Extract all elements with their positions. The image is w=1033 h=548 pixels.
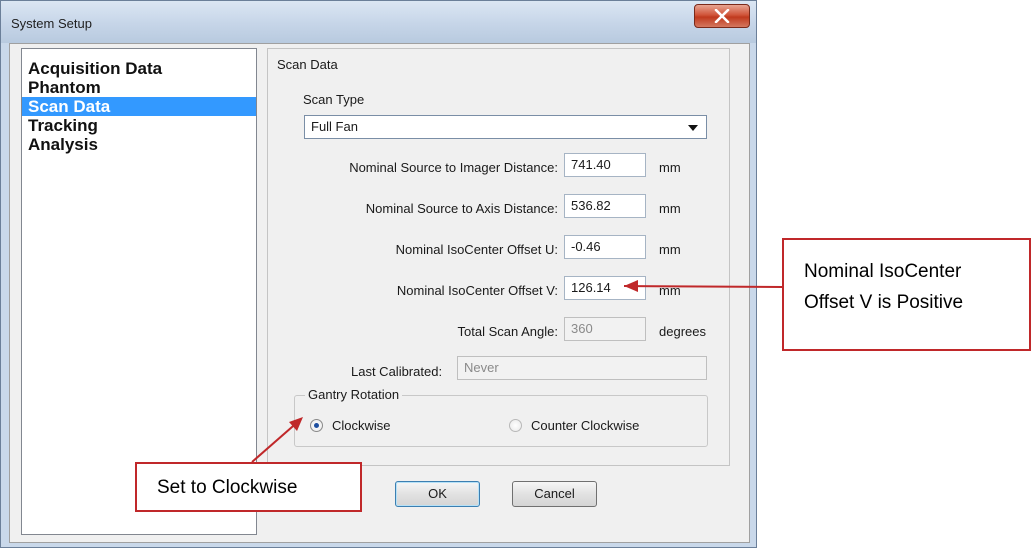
callout-clockwise-text: Set to Clockwise: [157, 477, 298, 498]
callout-offset-v-line1: Nominal IsoCenter: [804, 261, 962, 282]
arrow-line-offset-v: [623, 285, 783, 288]
callout-offset-v: Nominal IsoCenter Offset V is Positive: [782, 238, 1031, 351]
arrow-line-clockwise: [251, 419, 301, 463]
callout-clockwise: Set to Clockwise: [135, 462, 362, 512]
arrowhead-offset-v: [624, 280, 638, 292]
callout-offset-v-line2: Offset V is Positive: [804, 292, 964, 313]
